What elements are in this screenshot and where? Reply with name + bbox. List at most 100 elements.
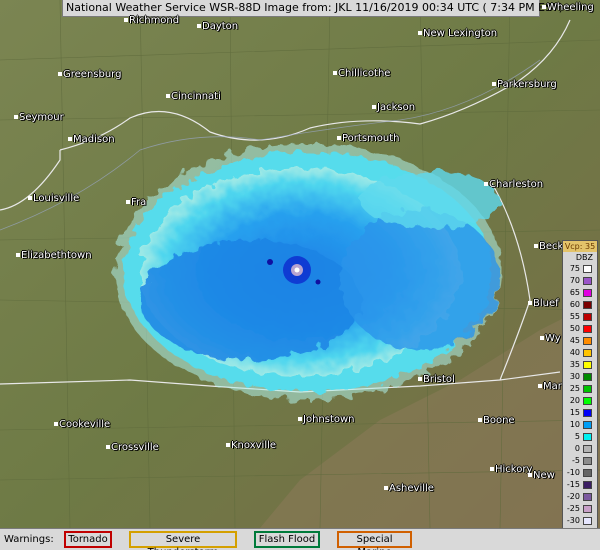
legend-swatch [583,469,592,477]
legend-swatch [583,421,592,429]
city-label-hickory: Hickory [490,464,532,475]
legend-value: -5 [572,456,580,465]
legend-row: -25 [564,504,597,514]
legend-swatch [583,301,592,309]
city-marker-icon [418,31,422,35]
legend-value: 60 [569,300,580,309]
city-label-crossville: Crossville [106,442,159,453]
legend-row: 30 [564,372,597,382]
legend-swatch [583,373,592,381]
legend-row: -30 [564,516,597,526]
warnings-bar: Warnings: Tornado Severe Thunderstorm Fl… [0,528,600,550]
city-marker-icon [337,136,341,140]
city-label-bluefield: Bluef [528,298,559,309]
city-marker-icon [492,82,496,86]
legend-row: 15 [564,408,597,418]
legend-swatch [583,349,592,357]
city-label-knoxville: Knoxville [226,440,276,451]
city-marker-icon [197,24,201,28]
city-marker-icon [54,422,58,426]
warning-severe-thunderstorm[interactable]: Severe Thunderstorm [129,531,237,550]
legend-value: 15 [569,408,580,417]
legend-row: 55 [564,312,597,322]
warning-tornado[interactable]: Tornado [64,531,112,548]
legend-value: 25 [569,384,580,393]
legend-swatch [583,493,592,501]
legend-value: -20 [566,492,580,501]
city-label-wheeling: Wheeling [542,2,594,13]
warning-flash-flood[interactable]: Flash Flood [254,531,320,548]
city-marker-icon [542,5,546,9]
city-label-jackson: Jackson [372,102,415,113]
city-marker-icon [166,94,170,98]
legend-swatch [583,265,592,273]
city-marker-icon [68,137,72,141]
legend-swatch [583,313,592,321]
legend-row: 60 [564,300,597,310]
city-marker-icon [106,445,110,449]
legend-value: 65 [569,288,580,297]
city-label-parkersburg: Parkersburg [492,79,557,90]
city-label-madison: Madison [68,134,115,145]
legend-row: 50 [564,324,597,334]
legend-value: 30 [569,372,580,381]
legend-value: -15 [566,480,580,489]
legend-value: 50 [569,324,580,333]
city-label-cincinnati: Cincinnati [166,91,221,102]
city-label-asheville: Asheville [384,483,434,494]
legend-value: 35 [569,360,580,369]
legend-row: 25 [564,384,597,394]
legend-row: -15 [564,480,597,490]
legend-value: 70 [569,276,580,285]
legend-swatch [583,433,592,441]
legend-swatch [583,325,592,333]
city-label-wytheville: Wy [540,333,561,344]
legend-swatch [583,457,592,465]
legend-row: 5 [564,432,597,442]
legend-row: 45 [564,336,597,346]
city-marker-icon [28,196,32,200]
legend-row: 70 [564,276,597,286]
city-label-new-lexington: New Lexington [418,28,497,39]
city-marker-icon [418,377,422,381]
legend-value: 40 [569,348,580,357]
radar-frame: National Weather Service WSR-88D Image f… [0,0,600,550]
legend-value: 0 [574,444,580,453]
city-label-dayton: Dayton [197,21,238,32]
legend-value: 55 [569,312,580,321]
city-marker-icon [58,72,62,76]
city-label-louisville: Louisville [28,193,79,204]
legend-value: -25 [566,504,580,513]
legend-row: -5 [564,456,597,466]
city-marker-icon [528,473,532,477]
legend-row: 65 [564,288,597,298]
city-label-richmond: Richmond [124,15,179,26]
legend-unit-label: DBZ [575,253,593,262]
warning-special-marine[interactable]: Special Marine [337,531,412,550]
reflectivity-legend: Vcp: 35 DBZ 75 70 65 60 55 50 45 40 35 30 25 20 15 10… [562,240,598,544]
city-label-elizabethtown: Elizabethtown [16,250,92,261]
city-label-greensburg: Greensburg [58,69,121,80]
city-label-marion: Mar [538,381,562,392]
legend-swatch [583,289,592,297]
city-marker-icon [484,182,488,186]
city-marker-icon [333,71,337,75]
legend-swatch [583,337,592,345]
city-marker-icon [298,417,302,421]
city-marker-icon [226,443,230,447]
city-marker-icon [14,115,18,119]
legend-swatch [583,409,592,417]
city-marker-icon [534,244,538,248]
legend-swatch [583,445,592,453]
legend-value: 45 [569,336,580,345]
city-label-beckley: Beck [534,241,563,252]
city-marker-icon [540,336,544,340]
legend-row: -10 [564,468,597,478]
legend-swatch [583,505,592,513]
legend-value: 75 [569,264,580,273]
city-marker-icon [384,486,388,490]
legend-row: -20 [564,492,597,502]
city-marker-icon [478,418,482,422]
city-label-johnstown: Johnstown [298,414,355,425]
city-marker-icon [126,200,130,204]
